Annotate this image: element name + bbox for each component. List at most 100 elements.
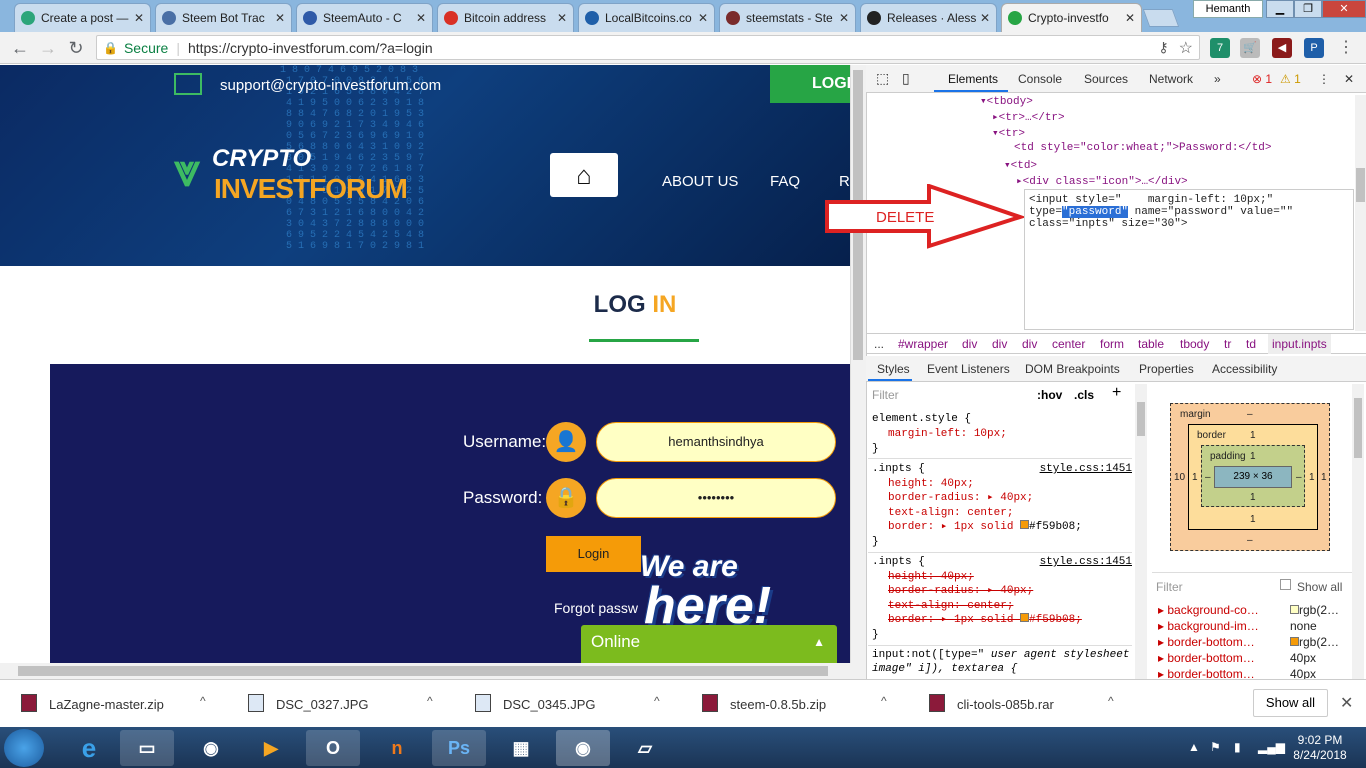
browser-tab-1[interactable]: Create a post — ✕ <box>14 3 151 32</box>
overridden-property[interactable]: text-align: center; <box>872 599 1132 614</box>
home-icon-button[interactable]: ⌂ <box>550 153 618 197</box>
address-bar[interactable]: 🔒 Secure | https://crypto-investforum.co… <box>96 35 1200 60</box>
chevron-up-icon[interactable]: ^ <box>881 694 887 708</box>
device-toolbar-icon[interactable]: ▯ <box>902 70 910 87</box>
tab-console[interactable]: Console <box>1018 72 1062 86</box>
browser-tab-8-active[interactable]: Crypto-investfo ✕ <box>1001 3 1142 32</box>
padding-top-value[interactable]: 1 <box>1250 451 1256 462</box>
devtools-close-icon[interactable]: ✕ <box>1344 72 1354 86</box>
breadcrumb-item[interactable]: div <box>962 334 977 354</box>
download-item[interactable]: LaZagne-master.zip <box>49 697 164 712</box>
login-header-button[interactable]: LOGI <box>770 65 850 103</box>
nav-about-us[interactable]: ABOUT US <box>662 173 738 190</box>
chrome-active-icon[interactable]: ◉ <box>556 730 610 766</box>
browser-tab-4[interactable]: Bitcoin address ✕ <box>437 3 574 32</box>
app-n-icon[interactable]: n <box>370 730 424 766</box>
browser-tab-7[interactable]: Releases · Aless ✕ <box>860 3 997 32</box>
overridden-property[interactable]: height: 40px; <box>872 570 1132 585</box>
computed-filter-input[interactable]: Filter <box>1156 580 1183 594</box>
username-field[interactable]: hemanthsindhya <box>596 422 836 462</box>
forgot-password-link[interactable]: Forgot passw <box>554 600 638 616</box>
url-text[interactable]: https://crypto-investforum.com/?a=login <box>188 40 433 56</box>
tab-close-icon[interactable]: ✕ <box>557 11 567 25</box>
tab-close-icon[interactable]: ✕ <box>698 11 708 25</box>
selected-type-value[interactable]: "password" <box>1062 206 1129 218</box>
rule-property-border[interactable]: border: ▸ 1px solid #f59b08; <box>872 520 1132 535</box>
source-link[interactable]: style.css:1451 <box>1040 462 1132 477</box>
chevron-up-icon[interactable]: ^ <box>200 694 206 708</box>
photoshop-icon[interactable]: Ps <box>432 730 486 766</box>
key-icon[interactable]: ⚷ <box>1158 39 1168 56</box>
color-swatch[interactable] <box>1290 605 1299 614</box>
add-rule-icon[interactable]: + <box>1112 384 1121 402</box>
login-button[interactable]: Login <box>546 536 641 572</box>
devtools-menu-icon[interactable]: ⋮ <box>1318 72 1330 86</box>
window-close-button[interactable]: ✕ <box>1322 0 1366 18</box>
breadcrumb-item[interactable]: td <box>1246 334 1256 354</box>
support-email[interactable]: support@crypto-investforum.com <box>220 77 441 94</box>
breadcrumb-item[interactable]: #wrapper <box>898 334 948 354</box>
computed-prop[interactable]: ▸ background-im… <box>1158 619 1259 633</box>
chevron-up-icon[interactable]: ^ <box>654 694 660 708</box>
minimize-button[interactable]: ▁ <box>1266 0 1294 18</box>
browser-tab-3[interactable]: SteemAuto - C ✕ <box>296 3 433 32</box>
explorer-icon[interactable]: ▭ <box>120 730 174 766</box>
breadcrumb-item[interactable]: table <box>1138 334 1164 354</box>
rule-property[interactable]: height: 40px; <box>872 477 1132 492</box>
online-chat-widget[interactable]: Online ▲ <box>581 625 837 663</box>
flag-icon[interactable]: ⚑ <box>1210 740 1221 754</box>
new-tab-button[interactable] <box>1142 9 1180 27</box>
tab-close-icon[interactable]: ✕ <box>839 11 849 25</box>
download-item[interactable]: DSC_0345.JPG <box>503 697 596 712</box>
reload-icon[interactable]: ↻ <box>64 38 88 59</box>
padding-bottom-value[interactable]: 1 <box>1250 492 1256 503</box>
computed-prop[interactable]: ▸ border-bottom… <box>1158 635 1255 649</box>
border-top-value[interactable]: 1 <box>1250 430 1256 441</box>
color-swatch[interactable] <box>1290 637 1299 646</box>
dom-node[interactable]: <td style="color:wheat;">Password:</td> <box>1014 142 1271 154</box>
html-edit-box[interactable]: <input style=" margin-left: 10px;" type=… <box>1024 189 1354 330</box>
dom-node[interactable]: ▾<tr> <box>992 126 1025 140</box>
cls-toggle[interactable]: .cls <box>1074 388 1094 402</box>
maximize-button[interactable]: ❐ <box>1294 0 1322 18</box>
computed-prop[interactable]: ▸ border-bottom… <box>1158 651 1255 665</box>
styles-scroll-thumb[interactable] <box>1137 402 1145 436</box>
breadcrumb-item[interactable]: tbody <box>1180 334 1209 354</box>
breadcrumb-item[interactable]: div <box>1022 334 1037 354</box>
outlook-icon[interactable]: O <box>306 730 360 766</box>
close-downloads-icon[interactable]: ✕ <box>1340 693 1353 713</box>
error-count[interactable]: ⊗ 1 <box>1252 72 1272 86</box>
overridden-property[interactable]: border-radius: ▸ 40px; <box>872 584 1132 599</box>
password-field[interactable]: •••••••• <box>596 478 836 518</box>
dom-scroll-thumb[interactable] <box>1356 168 1365 202</box>
tab-close-icon[interactable]: ✕ <box>980 11 990 25</box>
tab-styles[interactable]: Styles <box>877 362 910 376</box>
profile-badge[interactable]: Hemanth <box>1193 0 1263 18</box>
margin-top-value[interactable]: – <box>1247 409 1253 420</box>
margin-right-value[interactable]: 1 <box>1321 472 1327 483</box>
browser-tab-5[interactable]: LocalBitcoins.co ✕ <box>578 3 715 32</box>
border-right-value[interactable]: 1 <box>1309 472 1315 483</box>
ie-icon[interactable]: e <box>62 730 116 766</box>
back-arrow-icon[interactable]: ← <box>8 38 32 59</box>
network-icon[interactable]: ▂▄▆ <box>1258 740 1285 754</box>
tab-elements[interactable]: Elements <box>948 72 998 86</box>
bookmark-star-icon[interactable]: ☆ <box>1179 38 1193 58</box>
dom-node[interactable]: ▸<div class="icon">…</div> <box>1016 174 1188 188</box>
inspect-element-icon[interactable]: ⬚ <box>876 70 889 87</box>
breadcrumb-item[interactable]: tr <box>1224 334 1231 354</box>
chevron-up-icon[interactable]: ^ <box>1108 694 1114 708</box>
box-model-content[interactable]: 239 × 36 <box>1214 466 1292 488</box>
tab-close-icon[interactable]: ✕ <box>275 11 285 25</box>
page-horizontal-scroll-thumb[interactable] <box>18 666 828 676</box>
site-logo[interactable]: ⩔ CRYPTO INVESTFORUM <box>172 145 408 215</box>
chrome-icon[interactable]: ◉ <box>184 730 238 766</box>
speaker-extension-icon[interactable]: ◀ <box>1272 38 1292 58</box>
padding-left-value[interactable]: – <box>1205 472 1211 483</box>
chrome-menu-icon[interactable]: ⋮ <box>1336 38 1356 58</box>
download-item[interactable]: steem-0.8.5b.zip <box>730 697 826 712</box>
rule-property[interactable]: border-radius: ▸ 40px; <box>872 491 1132 506</box>
tab-close-icon[interactable]: ✕ <box>416 11 426 25</box>
color-swatch[interactable] <box>1020 613 1030 623</box>
tab-event-listeners[interactable]: Event Listeners <box>927 362 1010 376</box>
